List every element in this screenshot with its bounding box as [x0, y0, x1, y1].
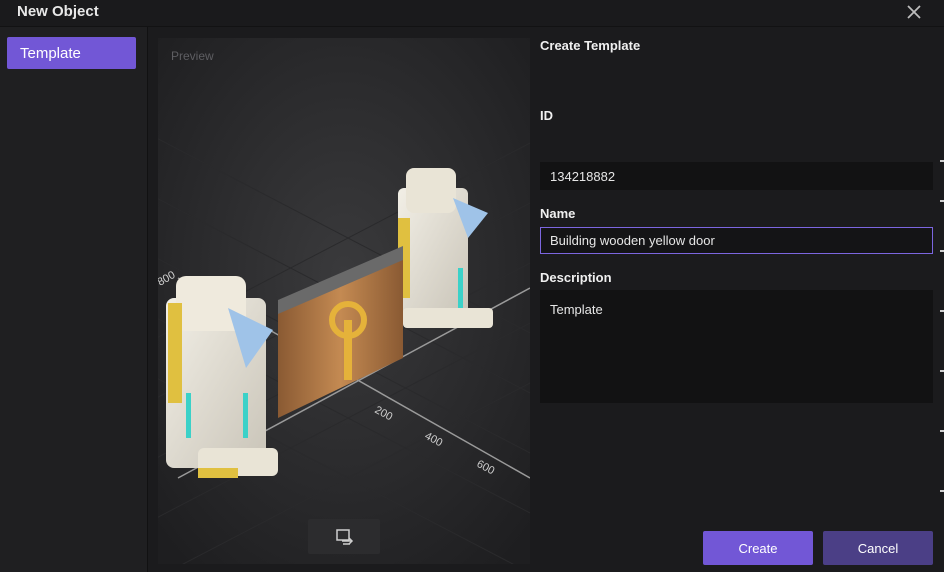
left-statue — [166, 276, 278, 478]
close-icon — [907, 5, 921, 19]
preview-panel[interactable]: 200 400 600 800 -60 — [158, 38, 530, 564]
name-field[interactable]: Building wooden yellow door — [540, 227, 933, 254]
close-button[interactable] — [904, 2, 924, 22]
form-title: Create Template — [540, 38, 641, 53]
sidebar: Template — [0, 27, 148, 572]
window-edge-marks — [940, 160, 944, 492]
name-label: Name — [540, 206, 576, 221]
description-field[interactable]: Template — [540, 290, 933, 403]
preview-scene: 200 400 600 800 -60 — [158, 38, 530, 564]
create-button[interactable]: Create — [703, 531, 813, 565]
cancel-button[interactable]: Cancel — [823, 531, 933, 565]
camera-switch-icon — [336, 529, 354, 545]
preview-label: Preview — [171, 49, 214, 63]
window-title: New Object — [17, 3, 99, 20]
sidebar-item-label: Template — [20, 45, 81, 62]
description-label: Description — [540, 270, 612, 285]
id-label: ID — [540, 108, 553, 123]
id-field[interactable]: 134218882 — [540, 162, 933, 190]
title-bar: New Object — [0, 0, 944, 27]
camera-switch-button[interactable] — [308, 519, 380, 554]
sidebar-item-template[interactable]: Template — [7, 37, 136, 69]
